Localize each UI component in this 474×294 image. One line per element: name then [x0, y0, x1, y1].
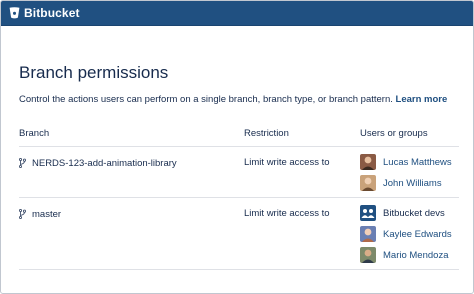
description-text: Control the actions users can perform on…: [19, 94, 393, 105]
user-item: Kaylee Edwards: [360, 225, 459, 243]
learn-more-link[interactable]: Learn more: [396, 94, 448, 105]
users-cell: Lucas Matthews John Williams: [360, 147, 459, 197]
table-row[interactable]: NERDS-123-add-animation-library Limit wr…: [19, 146, 459, 198]
group-name: Bitbucket devs: [383, 207, 445, 219]
main-content: Branch permissions Control the actions u…: [19, 63, 459, 270]
bitbucket-logo-icon: [9, 7, 20, 19]
table-row[interactable]: master Limit write access to Bitbucket d…: [19, 197, 459, 270]
user-link[interactable]: Lucas Matthews: [383, 157, 452, 168]
user-link[interactable]: John Williams: [383, 178, 442, 189]
branch-cell: NERDS-123-add-animation-library: [19, 156, 244, 170]
app-name: Bitbucket: [24, 6, 80, 20]
user-link[interactable]: Mario Mendoza: [383, 250, 448, 261]
top-navigation-bar: Bitbucket: [1, 1, 473, 26]
user-link[interactable]: Kaylee Edwards: [383, 229, 452, 240]
users-cell: Bitbucket devs Kaylee Edwards Mario Mend…: [360, 198, 459, 269]
user-item: Bitbucket devs: [360, 204, 459, 222]
avatar: [360, 247, 376, 263]
user-item: Mario Mendoza: [360, 246, 459, 264]
branch-cell: master: [19, 207, 244, 221]
branch-name: master: [32, 208, 62, 220]
branch-name: NERDS-123-add-animation-library: [32, 157, 177, 169]
user-item: Lucas Matthews: [360, 153, 459, 171]
restriction-text: Limit write access to: [244, 157, 330, 168]
page-title: Branch permissions: [19, 63, 169, 82]
branch-permissions-table: Branch Restriction Users or groups NERDS…: [19, 126, 459, 270]
user-item: John Williams: [360, 174, 459, 192]
column-header-branch: Branch: [19, 126, 244, 147]
branch-icon: [19, 158, 26, 168]
restriction-text: Limit write access to: [244, 208, 330, 219]
branch-icon: [19, 209, 26, 219]
avatar: [360, 226, 376, 242]
bitbucket-logo[interactable]: Bitbucket: [9, 6, 80, 20]
avatar: [360, 154, 376, 170]
page-description: Control the actions users can perform on…: [19, 93, 459, 106]
app-window: Bitbucket Branch permissions Control the…: [0, 0, 474, 294]
column-header-restriction: Restriction: [244, 126, 360, 147]
avatar: [360, 175, 376, 191]
group-icon: [360, 205, 376, 221]
column-header-users: Users or groups: [360, 126, 459, 147]
